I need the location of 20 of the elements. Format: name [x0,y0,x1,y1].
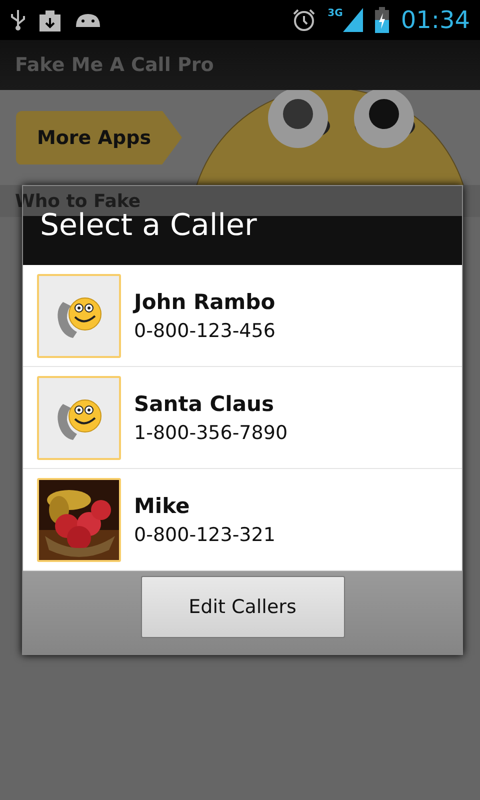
more-apps-button[interactable]: More Apps [16,110,182,164]
caller-number: 0-800-123-321 [134,524,276,546]
caller-name: John Rambo [134,290,276,314]
edit-callers-button[interactable]: Edit Callers [140,576,344,638]
caller-item[interactable]: John Rambo 0-800-123-456 [23,265,462,367]
signal-icon [342,8,363,32]
app-title: Fake Me A Call Pro [15,54,214,76]
android-icon [74,11,102,29]
caller-number: 0-800-123-456 [134,320,276,342]
caller-item[interactable]: Santa Claus 1-800-356-7890 [23,367,462,469]
network-label: 3G [328,8,343,19]
battery-icon [374,7,389,33]
caller-item[interactable]: Mike 0-800-123-321 [23,469,462,571]
usb-icon [10,9,26,31]
alarm-icon [292,8,316,32]
caller-name: Santa Claus [134,392,275,416]
clock: 01:34 [400,6,470,34]
caller-name: Mike [134,494,191,518]
caller-number: 1-800-356-7890 [134,422,288,444]
download-icon [38,8,62,32]
